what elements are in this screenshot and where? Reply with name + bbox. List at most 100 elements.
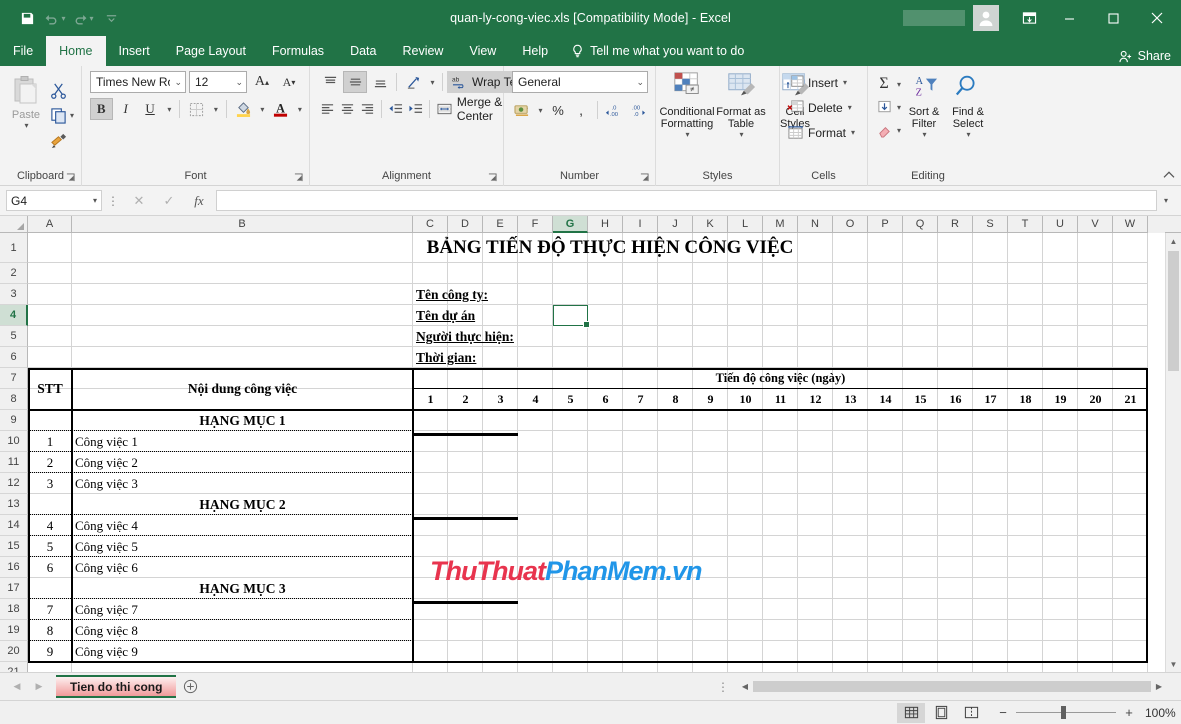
hscroll-track[interactable] (753, 681, 1151, 692)
day-header-15[interactable]: 15 (903, 389, 938, 410)
autosum-chevron-down-icon[interactable]: ▾ (897, 80, 901, 89)
borders-chevron-down-icon[interactable]: ▾ (210, 98, 221, 120)
task-stt-4[interactable]: 4 (28, 515, 72, 536)
column-header-R[interactable]: R (938, 216, 973, 233)
increase-decimal-button[interactable]: .00.0 (627, 99, 647, 121)
expand-formula-bar-icon[interactable]: ▾ (1157, 196, 1175, 205)
align-top-button[interactable] (318, 71, 342, 93)
column-header-O[interactable]: O (833, 216, 868, 233)
tab-view[interactable]: View (456, 36, 509, 66)
day-header-16[interactable]: 16 (938, 389, 973, 410)
task-name-8[interactable]: Công việc 8 (72, 620, 413, 641)
paste-button[interactable]: Paste ▾ (4, 75, 48, 151)
day-header-3[interactable]: 3 (483, 389, 518, 410)
maximize-button[interactable] (1091, 3, 1135, 33)
decrease-decimal-button[interactable]: .0.00 (604, 99, 624, 121)
scroll-right-button[interactable]: ▶ (1151, 679, 1167, 694)
number-format-select[interactable]: General ⌄ (512, 71, 648, 93)
task-stt-7[interactable]: 7 (28, 599, 72, 620)
tab-insert[interactable]: Insert (106, 36, 163, 66)
row-header-12[interactable]: 12 (0, 473, 28, 494)
day-header-18[interactable]: 18 (1008, 389, 1043, 410)
tab-data[interactable]: Data (337, 36, 389, 66)
accounting-format-button[interactable] (512, 99, 532, 121)
orientation-chevron-down-icon[interactable]: ▾ (426, 71, 438, 93)
task-stt-2[interactable]: 2 (28, 452, 72, 473)
row-header-20[interactable]: 20 (0, 641, 28, 662)
formula-input[interactable] (216, 190, 1157, 211)
column-header-N[interactable]: N (798, 216, 833, 233)
sheet-title[interactable]: BẢNG TIẾN ĐỘ THỰC HIỆN CÔNG VIỆC (72, 233, 1148, 263)
delete-chevron-down-icon[interactable]: ▾ (848, 103, 852, 112)
font-dialog-launcher[interactable] (294, 173, 305, 184)
row-header-18[interactable]: 18 (0, 599, 28, 620)
sort-filter-chevron-down-icon[interactable]: ▾ (923, 130, 927, 139)
avatar[interactable] (973, 5, 999, 31)
italic-button[interactable]: I (115, 98, 137, 120)
vscroll-thumb[interactable] (1168, 251, 1179, 371)
customize-qat-icon[interactable] (98, 6, 124, 30)
info-label-1[interactable]: Tên công ty: (413, 284, 613, 305)
zoom-slider[interactable] (1016, 706, 1116, 719)
fill-button[interactable]: ▾ (872, 96, 901, 118)
underline-button[interactable]: U (139, 98, 161, 120)
column-header-S[interactable]: S (973, 216, 1008, 233)
share-button[interactable]: Share (1119, 49, 1171, 63)
tab-formulas[interactable]: Formulas (259, 36, 337, 66)
hscroll-thumb[interactable] (753, 681, 1151, 692)
sheet-tab-tien-do-thi-cong[interactable]: Tien do thi cong (56, 675, 177, 698)
row-header-19[interactable]: 19 (0, 620, 28, 641)
column-header-U[interactable]: U (1043, 216, 1078, 233)
tab-help[interactable]: Help (509, 36, 561, 66)
task-name-6[interactable]: Công việc 6 (72, 557, 413, 578)
section-heading-2[interactable]: HẠNG MỤC 2 (72, 494, 413, 515)
row-header-6[interactable]: 6 (0, 347, 28, 368)
task-name-5[interactable]: Công việc 5 (72, 536, 413, 557)
task-stt-5[interactable]: 5 (28, 536, 72, 557)
page-layout-view-button[interactable] (927, 703, 955, 723)
row-header-7[interactable]: 7 (0, 368, 28, 389)
delete-cells-button[interactable]: Delete ▾ (787, 96, 855, 119)
column-header-E[interactable]: E (483, 216, 518, 233)
cells-canvas[interactable]: BẢNG TIẾN ĐỘ THỰC HIỆN CÔNG VIỆC Tên công… (28, 233, 1165, 672)
align-middle-button[interactable] (343, 71, 367, 93)
day-header-7[interactable]: 7 (623, 389, 658, 410)
accounting-chevron-down-icon[interactable]: ▾ (535, 99, 545, 121)
task-name-7[interactable]: Công việc 7 (72, 599, 413, 620)
row-header-15[interactable]: 15 (0, 536, 28, 557)
name-box-chevron-down-icon[interactable]: ▾ (93, 196, 97, 205)
cut-button[interactable] (50, 79, 74, 101)
fill-chevron-down-icon[interactable]: ▾ (897, 103, 901, 112)
day-header-20[interactable]: 20 (1078, 389, 1113, 410)
section-heading-3[interactable]: HẠNG MỤC 3 (72, 578, 413, 599)
day-header-19[interactable]: 19 (1043, 389, 1078, 410)
column-header-I[interactable]: I (623, 216, 658, 233)
column-header-V[interactable]: V (1078, 216, 1113, 233)
row-header-5[interactable]: 5 (0, 326, 28, 347)
font-family-select[interactable]: Times New Ro ⌄ (90, 71, 186, 93)
day-header-12[interactable]: 12 (798, 389, 833, 410)
redo-icon[interactable]: ▾ (70, 6, 96, 30)
section-heading-1[interactable]: HẠNG MỤC 1 (72, 410, 413, 431)
day-header-13[interactable]: 13 (833, 389, 868, 410)
row-header-21[interactable]: 21 (0, 662, 28, 672)
normal-view-button[interactable] (897, 702, 925, 723)
tab-review[interactable]: Review (389, 36, 456, 66)
clear-button[interactable]: ▾ (872, 119, 901, 141)
format-painter-button[interactable] (50, 129, 74, 151)
underline-chevron-down-icon[interactable]: ▾ (163, 98, 174, 120)
column-header-K[interactable]: K (693, 216, 728, 233)
zoom-slider-thumb[interactable] (1061, 706, 1066, 719)
tab-home[interactable]: Home (46, 36, 106, 66)
column-header-W[interactable]: W (1113, 216, 1148, 233)
align-left-button[interactable] (318, 98, 337, 120)
insert-cells-button[interactable]: Insert ▾ (787, 71, 855, 94)
copy-button[interactable]: ▾ (50, 104, 74, 126)
next-sheet-button[interactable]: ▶ (28, 676, 50, 698)
zoom-percentage[interactable]: 100% (1145, 706, 1181, 720)
task-stt-3[interactable]: 3 (28, 473, 72, 494)
day-header-4[interactable]: 4 (518, 389, 553, 410)
increase-indent-button[interactable] (406, 98, 425, 120)
task-name-9[interactable]: Công việc 9 (72, 641, 413, 662)
autosum-button[interactable]: Σ ▾ (872, 73, 901, 95)
